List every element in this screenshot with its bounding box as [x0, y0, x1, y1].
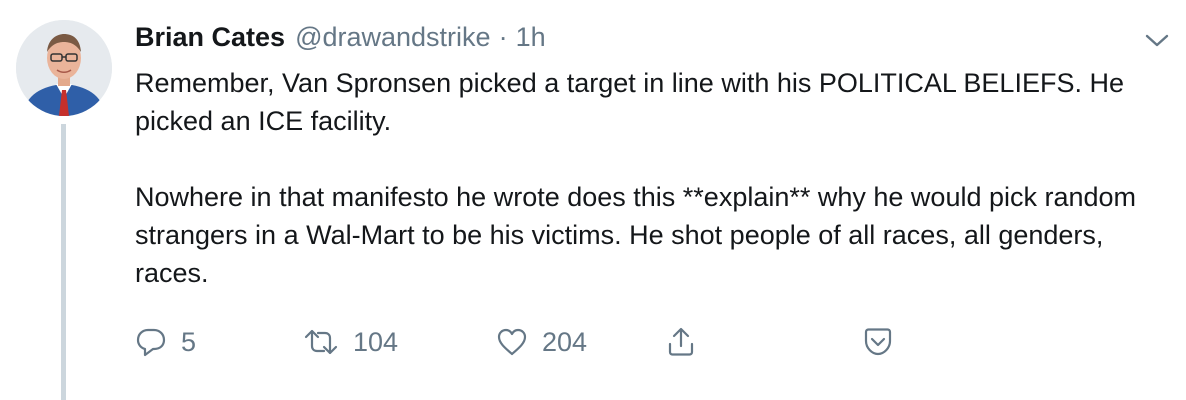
bookmark-icon: [864, 328, 892, 356]
thread-line: [61, 124, 66, 400]
reply-icon: [136, 328, 166, 357]
save-tweet-button[interactable]: [861, 320, 895, 364]
tweet-paragraph: Nowhere in that manifesto he wrote does …: [135, 182, 1137, 288]
like-button[interactable]: 204: [496, 320, 587, 364]
heart-icon: [497, 328, 527, 356]
share-icon: [668, 327, 694, 356]
display-name[interactable]: Brian Cates: [135, 22, 285, 53]
tweet-text: Remember, Van Spronsen picked a target i…: [135, 64, 1175, 292]
avatar-image: [16, 20, 112, 116]
tweet-header: Brian Cates @drawandstrike · 1h: [135, 22, 546, 62]
more-options-button[interactable]: [1142, 28, 1172, 52]
like-count: 204: [542, 326, 588, 357]
separator-dot: ·: [498, 22, 508, 52]
user-handle[interactable]: @drawandstrike: [295, 22, 491, 53]
tweet-timestamp[interactable]: 1h: [516, 22, 546, 53]
share-button[interactable]: [665, 320, 697, 364]
tweet-actions: 5 104 204: [135, 320, 1135, 364]
retweet-icon: [304, 329, 338, 355]
avatar[interactable]: [16, 20, 112, 116]
chevron-down-icon: [1145, 34, 1169, 47]
retweet-count: 104: [353, 326, 399, 357]
tweet-paragraph: Remember, Van Spronsen picked a target i…: [135, 68, 1124, 136]
retweet-button[interactable]: 104: [303, 320, 398, 364]
reply-button[interactable]: 5: [135, 320, 196, 364]
reply-count: 5: [181, 326, 197, 357]
